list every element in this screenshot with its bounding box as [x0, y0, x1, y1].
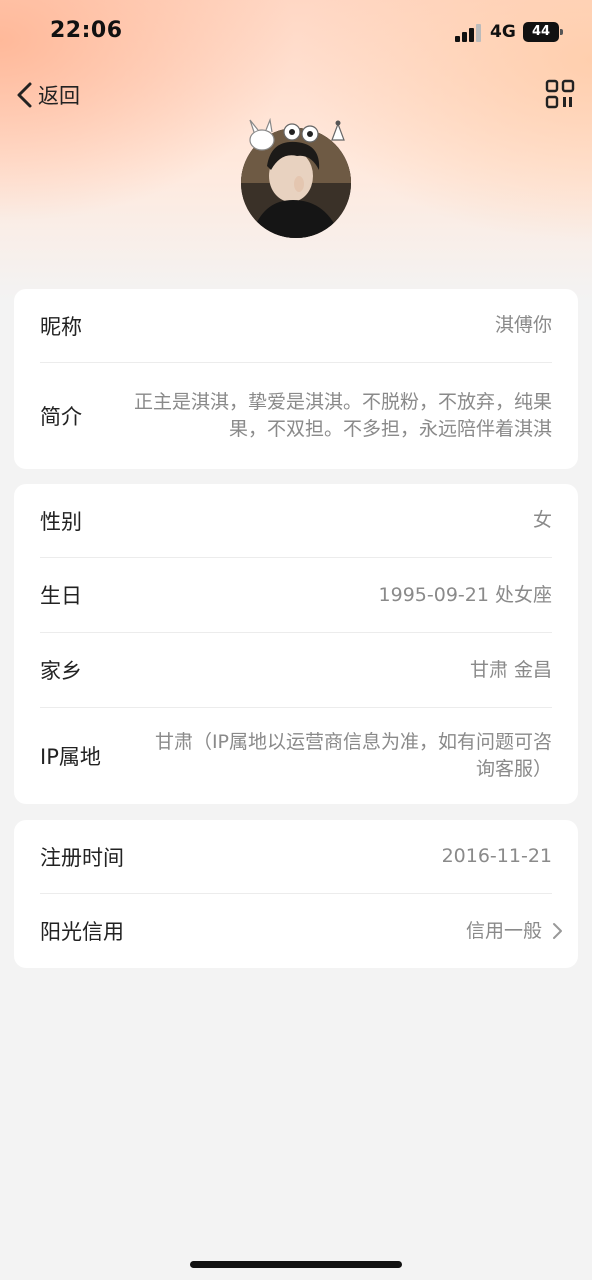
- birthday-label: 生日: [40, 584, 82, 608]
- personal-info-card: 性别 女 生日 1995-09-21 处女座 家乡 甘肃 金昌 IP属地 甘肃（…: [14, 484, 578, 804]
- ip-location-label: IP属地: [40, 745, 101, 769]
- avatar-container[interactable]: [240, 118, 352, 240]
- bio-row[interactable]: 简介 正主是淇淇，挚爱是淇淇。不脱粉，不放弃，纯果果，不双担。不多担，永远陪伴着…: [40, 363, 552, 469]
- hometown-label: 家乡: [40, 659, 82, 683]
- hometown-row[interactable]: 家乡 甘肃 金昌: [40, 633, 552, 708]
- ip-location-value: 甘肃（IP属地以运营商信息为准，如有问题可咨询客服）: [154, 731, 552, 780]
- bio-label: 简介: [40, 405, 82, 429]
- sunshine-credit-row[interactable]: 阳光信用 信用一般: [40, 894, 562, 968]
- register-time-label: 注册时间: [40, 845, 124, 870]
- sunshine-credit-value: 信用一般: [465, 919, 542, 942]
- register-time-row: 注册时间 2016-11-21: [40, 820, 552, 894]
- chevron-left-icon: [14, 80, 36, 110]
- ip-location-row: IP属地 甘肃（IP属地以运营商信息为准，如有问题可咨询客服）: [40, 708, 552, 804]
- home-indicator[interactable]: [190, 1261, 402, 1268]
- gender-value: 女: [532, 509, 552, 531]
- nickname-row[interactable]: 昵称 淇傅你: [40, 289, 552, 363]
- register-time-value: 2016-11-21: [441, 845, 552, 867]
- status-bar: 22:06 4G 44: [0, 0, 592, 64]
- network-type: 4G: [490, 22, 516, 42]
- avatar-decoration-icon: [249, 118, 345, 151]
- nickname-label: 昵称: [40, 314, 82, 339]
- battery-icon: 44: [523, 22, 563, 42]
- qr-code-button[interactable]: [544, 78, 576, 110]
- gender-label: 性别: [40, 509, 82, 534]
- back-button[interactable]: 返回: [14, 78, 80, 112]
- signal-icon: [455, 24, 483, 42]
- status-time: 22:06: [50, 18, 123, 43]
- back-label: 返回: [38, 84, 80, 108]
- gender-row[interactable]: 性别 女: [40, 484, 552, 558]
- hometown-value: 甘肃 金昌: [469, 658, 552, 681]
- birthday-value: 1995-09-21 处女座: [378, 583, 552, 606]
- qr-code-icon: [545, 79, 575, 109]
- basic-info-card: 昵称 淇傅你 简介 正主是淇淇，挚爱是淇淇。不脱粉，不放弃，纯果果，不双担。不多…: [14, 289, 578, 469]
- chevron-right-icon: [550, 921, 564, 941]
- nickname-value: 淇傅你: [494, 314, 552, 336]
- birthday-row[interactable]: 生日 1995-09-21 处女座: [40, 558, 552, 633]
- account-info-card: 注册时间 2016-11-21 阳光信用 信用一般: [14, 820, 578, 968]
- bio-value: 正主是淇淇，挚爱是淇淇。不脱粉，不放弃，纯果果，不双担。不多担，永远陪伴着淇淇: [133, 391, 552, 440]
- sunshine-credit-label: 阳光信用: [40, 920, 124, 944]
